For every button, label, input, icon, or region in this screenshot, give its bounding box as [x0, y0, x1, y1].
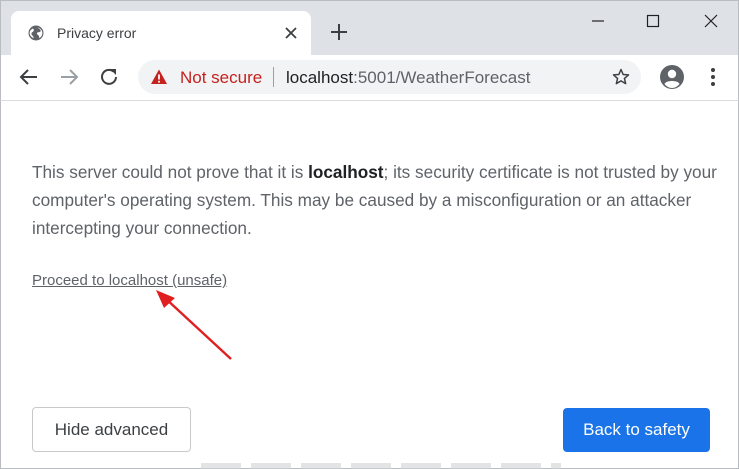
warning-icon[interactable]: [150, 68, 168, 86]
explanation-text: This server could not prove that it is l…: [32, 158, 722, 242]
maximize-icon[interactable]: [639, 7, 667, 35]
proceed-unsafe-link[interactable]: Proceed to localhost (unsafe): [32, 272, 227, 289]
annotation-arrow: [156, 290, 232, 360]
omnibox-separator: [273, 67, 274, 87]
address-bar[interactable]: Not secure localhost:5001/WeatherForecas…: [138, 60, 641, 94]
star-icon[interactable]: [611, 67, 631, 87]
browser-toolbar: Not secure localhost:5001/WeatherForecas…: [0, 55, 739, 101]
explanation-host: localhost: [308, 162, 384, 182]
title-bar: Privacy error: [0, 0, 739, 56]
minimize-icon[interactable]: [584, 7, 612, 35]
back-arrow-icon[interactable]: [17, 65, 41, 89]
url-path: :5001/WeatherForecast: [353, 68, 531, 87]
reload-icon[interactable]: [97, 65, 121, 89]
profile-icon[interactable]: [659, 64, 685, 90]
forward-arrow-icon[interactable]: [57, 65, 81, 89]
url-host: localhost: [286, 68, 354, 87]
kebab-menu-icon[interactable]: [703, 66, 723, 88]
tab-privacy-error[interactable]: Privacy error: [11, 11, 311, 56]
close-icon[interactable]: [283, 25, 299, 41]
tab-title: Privacy error: [57, 25, 137, 41]
hide-advanced-button[interactable]: Hide advanced: [32, 407, 191, 452]
back-to-safety-button[interactable]: Back to safety: [563, 408, 710, 452]
plus-icon[interactable]: [329, 22, 349, 42]
page-content: This server could not prove that it is l…: [0, 101, 739, 469]
explanation-prefix: This server could not prove that it is: [32, 162, 309, 182]
not-secure-label[interactable]: Not secure: [180, 68, 262, 88]
globe-icon: [28, 25, 44, 41]
url-text[interactable]: localhost:5001/WeatherForecast: [286, 68, 530, 88]
window-close-icon[interactable]: [697, 7, 725, 35]
cropped-text-remnant: [201, 463, 561, 469]
